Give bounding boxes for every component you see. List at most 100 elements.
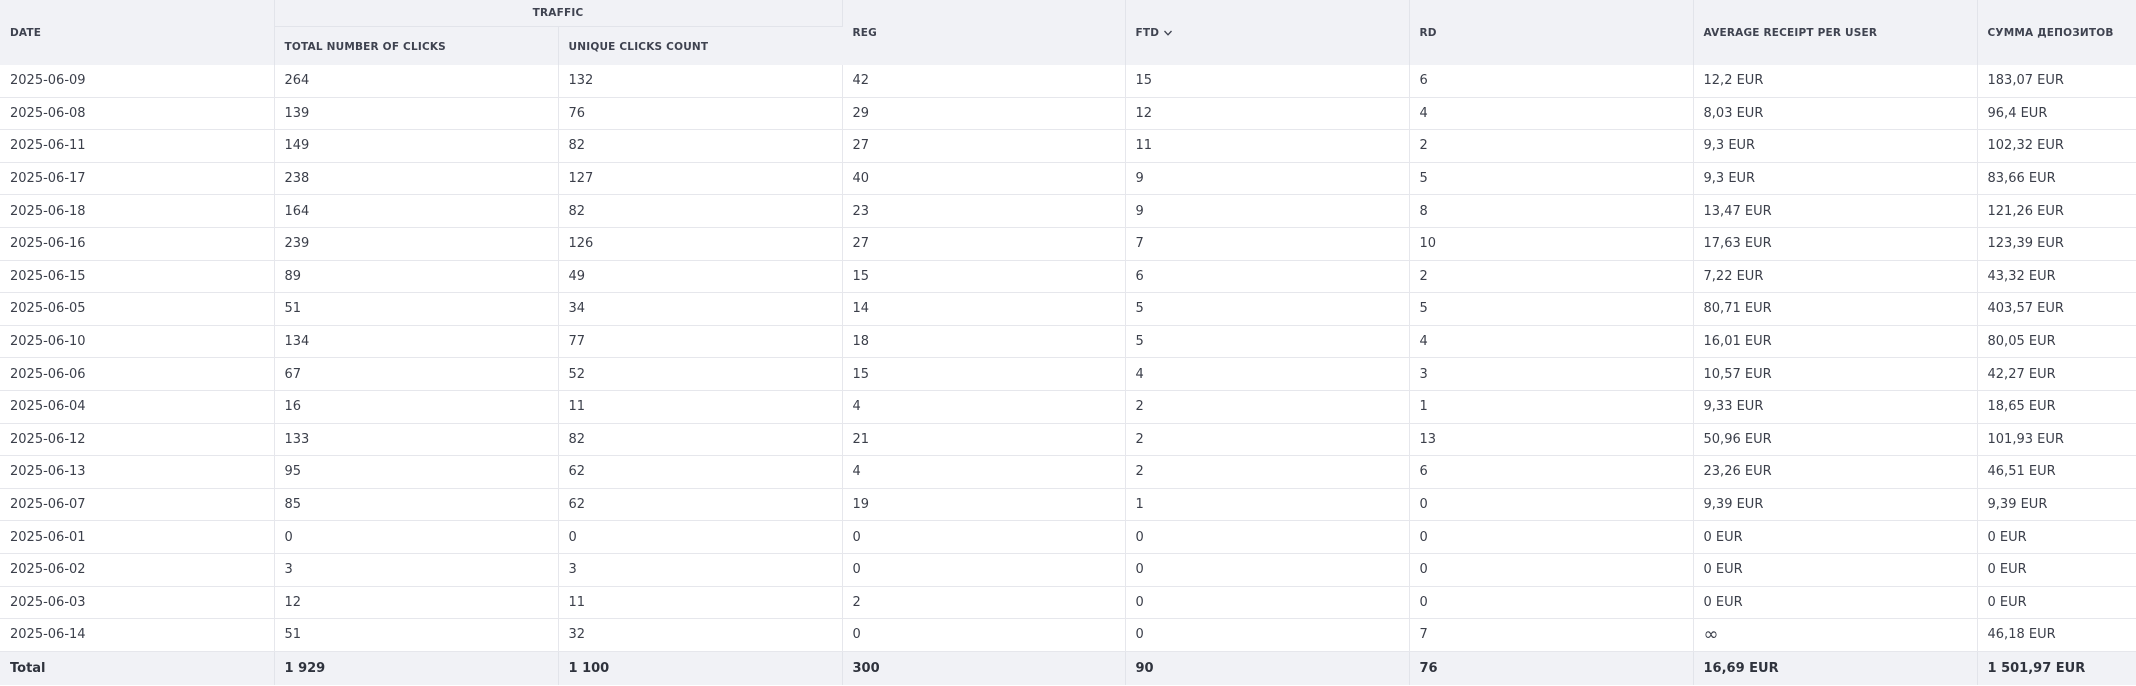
cell-date: 2025-06-06 [0,357,275,391]
cell-avg-receipt: 10,57 EUR [1693,357,1978,391]
cell-deposits-sum: 96,4 EUR [1977,97,2136,131]
cell-unique-clicks: 0 [558,520,843,554]
cell-rd: 6 [1409,65,1694,98]
cell-avg-receipt: ∞ [1693,618,1978,652]
cell-total-clicks: 51 [274,292,559,326]
cell-avg-receipt: 0 EUR [1693,586,1978,620]
cell-total-clicks: 239 [274,227,559,261]
totals-label: Total [0,651,275,685]
cell-unique-clicks: 3 [558,553,843,587]
cell-date: 2025-06-12 [0,423,275,457]
cell-unique-clicks: 82 [558,129,843,163]
totals-footer: Total 1 929 1 100 300 90 76 16,69 EUR 1 … [0,651,2136,685]
cell-reg: 0 [842,520,1126,554]
totals-reg: 300 [842,651,1126,685]
table-row[interactable]: 2025-06-09 264 132 42 15 6 12,2 EUR 183,07 EUR [0,65,2136,98]
table-row[interactable]: 2025-06-13 95 62 4 2 6 23,26 EUR 46,51 EUR [0,455,2136,489]
cell-deposits-sum: 80,05 EUR [1977,325,2136,359]
column-header-deposits-sum[interactable]: СУММА ДЕПОЗИТОВ [1977,0,2136,65]
totals-ftd: 90 [1125,651,1410,685]
cell-total-clicks: 95 [274,455,559,489]
table-row[interactable]: 2025-06-15 89 49 15 6 2 7,22 EUR 43,32 EUR [0,260,2136,294]
cell-total-clicks: 51 [274,618,559,652]
cell-deposits-sum: 102,32 EUR [1977,129,2136,163]
cell-deposits-sum: 0 EUR [1977,586,2136,620]
table-row[interactable]: 2025-06-17 238 127 40 9 5 9,3 EUR 83,66 EUR [0,162,2136,196]
stats-table: DATE TRAFFIC REG FTD RD AVERAGE RECEIPT … [0,0,2136,685]
cell-deposits-sum: 183,07 EUR [1977,65,2136,98]
table-row[interactable]: 2025-06-16 239 126 27 7 10 17,63 EUR 123,39 EUR [0,227,2136,261]
cell-total-clicks: 16 [274,390,559,424]
cell-total-clicks: 3 [274,553,559,587]
cell-date: 2025-06-18 [0,194,275,228]
table-row[interactable]: 2025-06-01 0 0 0 0 0 0 EUR 0 EUR [0,520,2136,554]
cell-unique-clicks: 32 [558,618,843,652]
cell-unique-clicks: 82 [558,194,843,228]
cell-reg: 4 [842,455,1126,489]
cell-ftd: 5 [1125,325,1410,359]
cell-total-clicks: 133 [274,423,559,457]
cell-ftd: 2 [1125,390,1410,424]
cell-deposits-sum: 403,57 EUR [1977,292,2136,326]
cell-date: 2025-06-05 [0,292,275,326]
cell-avg-receipt: 7,22 EUR [1693,260,1978,294]
table-row[interactable]: 2025-06-04 16 11 4 2 1 9,33 EUR 18,65 EUR [0,390,2136,424]
cell-ftd: 11 [1125,129,1410,163]
cell-avg-receipt: 17,63 EUR [1693,227,1978,261]
column-header-reg[interactable]: REG [842,0,1126,65]
cell-unique-clicks: 49 [558,260,843,294]
cell-reg: 29 [842,97,1126,131]
table-row[interactable]: 2025-06-11 149 82 27 11 2 9,3 EUR 102,32 EUR [0,129,2136,163]
cell-ftd: 9 [1125,194,1410,228]
cell-deposits-sum: 123,39 EUR [1977,227,2136,261]
cell-rd: 0 [1409,586,1694,620]
cell-rd: 1 [1409,390,1694,424]
table-row[interactable]: 2025-06-12 133 82 21 2 13 50,96 EUR 101,93 EUR [0,423,2136,457]
cell-rd: 4 [1409,325,1694,359]
cell-deposits-sum: 43,32 EUR [1977,260,2136,294]
cell-date: 2025-06-13 [0,455,275,489]
column-header-total-clicks[interactable]: TOTAL NUMBER OF CLICKS [274,26,559,65]
cell-unique-clicks: 11 [558,586,843,620]
column-header-avg-receipt[interactable]: AVERAGE RECEIPT PER USER [1693,0,1978,65]
cell-avg-receipt: 9,39 EUR [1693,488,1978,522]
table-row[interactable]: 2025-06-08 139 76 29 12 4 8,03 EUR 96,4 EUR [0,97,2136,131]
cell-reg: 40 [842,162,1126,196]
cell-rd: 10 [1409,227,1694,261]
table-row[interactable]: 2025-06-14 51 32 0 0 7 ∞ 46,18 EUR [0,618,2136,652]
cell-unique-clicks: 76 [558,97,843,131]
totals-row: Total 1 929 1 100 300 90 76 16,69 EUR 1 … [0,651,2136,685]
cell-total-clicks: 264 [274,65,559,98]
cell-date: 2025-06-09 [0,65,275,98]
cell-ftd: 12 [1125,97,1410,131]
chevron-down-icon[interactable] [1163,28,1173,38]
cell-unique-clicks: 62 [558,488,843,522]
column-header-rd[interactable]: RD [1409,0,1694,65]
cell-ftd: 2 [1125,423,1410,457]
cell-rd: 8 [1409,194,1694,228]
table-row[interactable]: 2025-06-02 3 3 0 0 0 0 EUR 0 EUR [0,553,2136,587]
cell-reg: 0 [842,553,1126,587]
column-header-ftd[interactable]: FTD [1125,0,1410,65]
cell-deposits-sum: 0 EUR [1977,520,2136,554]
table-row[interactable]: 2025-06-18 164 82 23 9 8 13,47 EUR 121,26 EUR [0,194,2136,228]
cell-rd: 7 [1409,618,1694,652]
table-row[interactable]: 2025-06-07 85 62 19 1 0 9,39 EUR 9,39 EUR [0,488,2136,522]
cell-reg: 27 [842,227,1126,261]
column-header-date[interactable]: DATE [0,0,275,65]
column-header-unique-clicks[interactable]: UNIQUE CLICKS COUNT [558,26,843,65]
cell-avg-receipt: 13,47 EUR [1693,194,1978,228]
table-row[interactable]: 2025-06-06 67 52 15 4 3 10,57 EUR 42,27 EUR [0,357,2136,391]
cell-date: 2025-06-17 [0,162,275,196]
cell-reg: 0 [842,618,1126,652]
cell-ftd: 2 [1125,455,1410,489]
cell-date: 2025-06-01 [0,520,275,554]
cell-ftd: 0 [1125,553,1410,587]
table-row[interactable]: 2025-06-10 134 77 18 5 4 16,01 EUR 80,05 EUR [0,325,2136,359]
cell-rd: 5 [1409,162,1694,196]
cell-total-clicks: 164 [274,194,559,228]
cell-unique-clicks: 126 [558,227,843,261]
table-row[interactable]: 2025-06-05 51 34 14 5 5 80,71 EUR 403,57 EUR [0,292,2136,326]
table-row[interactable]: 2025-06-03 12 11 2 0 0 0 EUR 0 EUR [0,586,2136,620]
cell-avg-receipt: 0 EUR [1693,553,1978,587]
